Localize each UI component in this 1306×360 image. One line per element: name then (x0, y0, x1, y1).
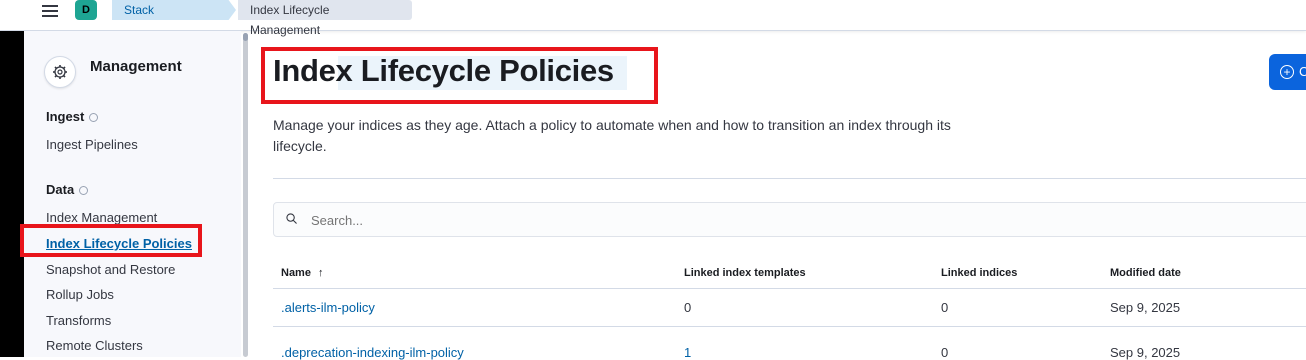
gear-icon (44, 56, 76, 88)
sidebar-section-data: Data (46, 182, 89, 197)
divider (273, 178, 1306, 179)
column-header-name[interactable]: Name ↑ (281, 267, 324, 279)
linked-indices-count: 0 (941, 300, 949, 315)
sidebar-section-label: Data (46, 182, 75, 197)
sidebar-scrollbar-thumb[interactable] (243, 33, 248, 41)
modified-date: Sep 9, 2025 (1110, 300, 1181, 315)
create-policy-label: C (1299, 64, 1306, 79)
policy-name-link[interactable]: .alerts-ilm-policy (281, 300, 375, 315)
sidebar-item-rollup-jobs[interactable]: Rollup Jobs (46, 287, 114, 302)
top-header: D Stack Management Index Lifecycle Manag… (0, 0, 1306, 37)
breadcrumb-index-lifecycle-management: Index Lifecycle Management (238, 0, 412, 37)
left-edge (0, 30, 24, 357)
column-header-linked-indices[interactable]: Linked indices (941, 267, 1017, 279)
sidebar-scrollbar[interactable] (243, 33, 248, 357)
menu-icon[interactable] (42, 3, 58, 17)
sidebar-item-snapshot-and-restore[interactable]: Snapshot and Restore (46, 262, 175, 277)
column-header-linked-index-templates[interactable]: Linked index templates (684, 267, 806, 279)
info-icon[interactable] (79, 186, 89, 196)
plus-circle-icon: + (1280, 65, 1294, 79)
breadcrumb-stack-management[interactable]: Stack Management (112, 0, 236, 20)
sort-ascending-icon: ↑ (318, 267, 324, 279)
column-header-modified-date[interactable]: Modified date (1110, 267, 1181, 279)
sidebar-title: Management (90, 58, 182, 75)
column-header-label: Name (281, 267, 311, 279)
search-input[interactable] (309, 212, 1213, 229)
sidebar-item-remote-clusters[interactable]: Remote Clusters (46, 338, 143, 353)
table-row-divider (273, 326, 1306, 327)
modified-date: Sep 9, 2025 (1110, 345, 1181, 360)
sidebar-highlight-box (20, 224, 202, 257)
sidebar-section-label: Ingest (46, 109, 85, 124)
search-icon (286, 213, 297, 224)
policy-name-link[interactable]: .deprecation-indexing-ilm-policy (281, 345, 464, 360)
create-policy-button[interactable]: + C (1269, 54, 1306, 90)
linked-templates-count-link[interactable]: 1 (684, 345, 691, 360)
sidebar-item-index-management[interactable]: Index Management (46, 210, 157, 225)
sidebar-section-ingest: Ingest (46, 109, 99, 124)
page-description: Manage your indices as they age. Attach … (273, 117, 951, 154)
sidebar-item-ingest-pipelines[interactable]: Ingest Pipelines (46, 137, 138, 152)
linked-indices-count: 0 (941, 345, 949, 360)
sidebar-item-transforms[interactable]: Transforms (46, 313, 111, 328)
search-bar[interactable] (273, 202, 1306, 237)
info-icon[interactable] (89, 113, 99, 123)
linked-templates-count: 0 (684, 300, 692, 315)
title-highlight-box (261, 47, 658, 104)
space-avatar[interactable]: D (75, 0, 97, 20)
table-header-divider (273, 288, 1306, 289)
